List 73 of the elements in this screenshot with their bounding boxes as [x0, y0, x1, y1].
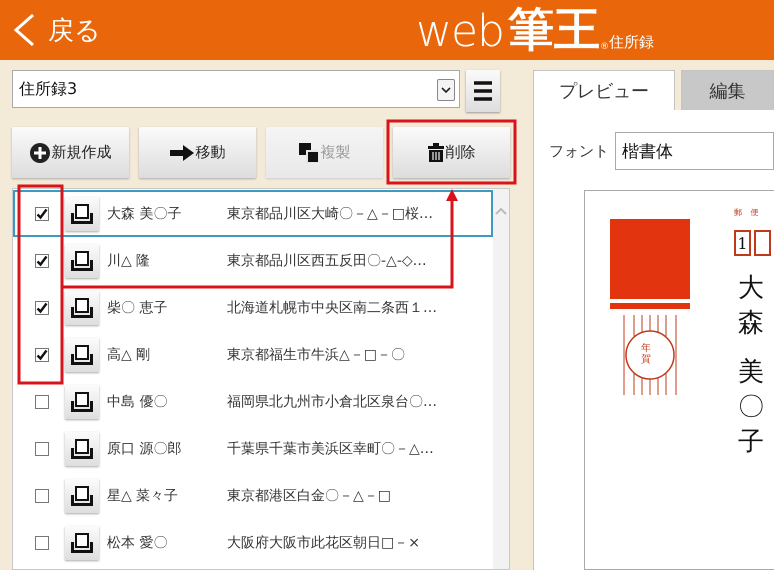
scrollbar[interactable]: [493, 189, 509, 569]
contact-name: 松本 愛〇: [106, 534, 168, 552]
checkbox[interactable]: [35, 536, 49, 550]
card-tray-icon: [71, 486, 93, 506]
chevron-left-icon: [12, 13, 36, 47]
contact-row[interactable]: 大森 美〇子 東京都品川区大崎〇－△－□桜…: [13, 190, 493, 237]
trash-icon: [428, 143, 444, 162]
card-tray-button[interactable]: [65, 478, 99, 512]
card-tray-button[interactable]: [65, 244, 99, 278]
checkbox[interactable]: [35, 348, 49, 362]
checkbox[interactable]: [35, 488, 49, 502]
card-tray-button[interactable]: [65, 384, 99, 418]
contact-address: 東京都品川区大崎〇－△－□桜…: [227, 204, 434, 222]
font-field[interactable]: 楷書体: [615, 132, 774, 170]
checkbox[interactable]: [35, 300, 49, 314]
card-tray-icon: [71, 438, 93, 458]
contact-row[interactable]: 柴〇 恵子 北海道札幌市中央区南二条西１…: [13, 284, 493, 331]
card-tray-icon: [71, 298, 93, 318]
contact-address: 千葉県千葉市美浜区幸町〇－△…: [227, 440, 435, 458]
menu-icon: [474, 81, 492, 101]
address-book-select[interactable]: 住所録3: [12, 70, 460, 108]
card-tray-icon: [71, 344, 93, 364]
contact-row[interactable]: 高△ 剛 東京都福生市牛浜△－□－〇: [13, 331, 493, 378]
recipient-name: 美〇子: [738, 356, 764, 459]
contact-address: 福岡県北九州市小倉北区泉台〇…: [227, 392, 438, 410]
contact-row[interactable]: 原口 源〇郎 千葉県千葉市美浜区幸町〇－△…: [13, 425, 493, 472]
postcode-box: [754, 230, 771, 256]
menu-button[interactable]: [466, 70, 500, 112]
plus-circle-icon: [30, 142, 50, 162]
arrow-right-icon: [170, 144, 194, 160]
card-tray-button[interactable]: [65, 526, 99, 560]
contact-row[interactable]: 川△ 隆 東京都品川区西五反田〇-△-◇…: [13, 237, 493, 284]
contact-address: 東京都港区白金〇－△－□: [227, 486, 392, 504]
contact-row[interactable]: 中島 優〇 福岡県北九州市小倉北区泉台〇…: [13, 378, 493, 425]
chevron-down-icon: [441, 87, 451, 93]
app-logo: web筆王®住所録: [416, 1, 654, 59]
checkbox[interactable]: [35, 254, 49, 268]
postmark-text: 年賀: [641, 343, 651, 365]
contact-name: 原口 源〇郎: [106, 440, 182, 458]
contact-address: 大阪府大阪市此花区朝日□－×: [227, 534, 421, 552]
font-label: フォント: [549, 142, 609, 160]
move-button[interactable]: 移動: [139, 127, 256, 178]
checkbox[interactable]: [35, 206, 49, 220]
contact-address: 東京都品川区西五反田〇-△-◇…: [227, 252, 428, 270]
tab[interactable]: プレビュー: [533, 70, 675, 110]
card-tray-icon: [71, 250, 93, 270]
new-button[interactable]: 新規作成: [12, 127, 129, 178]
contact-address: 東京都福生市牛浜△－□－〇: [227, 346, 406, 364]
card-tray-icon: [71, 204, 93, 224]
contact-name: 大森 美〇子: [106, 204, 182, 222]
contact-row[interactable]: 星△ 菜々子 東京都港区白金〇－△－□: [13, 472, 493, 519]
card-tray-button[interactable]: [65, 432, 99, 466]
postcode-box: 1: [734, 230, 751, 256]
card-tray-button[interactable]: [65, 196, 99, 230]
contact-name: 高△ 剛: [106, 346, 152, 364]
contact-name: 柴〇 恵子: [106, 298, 168, 316]
card-tray-button[interactable]: [65, 338, 99, 372]
card-tray-icon: [71, 392, 93, 412]
card-tray-button[interactable]: [65, 290, 99, 324]
delete-button[interactable]: 削除: [393, 127, 510, 178]
copy-icon: [298, 142, 318, 162]
contact-name: 星△ 菜々子: [106, 486, 180, 504]
contact-name: 中島 優〇: [106, 392, 168, 410]
card-tray-icon: [71, 532, 93, 552]
contact-address: 北海道札幌市中央区南二条西１…: [227, 298, 438, 316]
checkbox[interactable]: [35, 394, 49, 408]
chevron-up-icon: [495, 207, 507, 215]
tab[interactable]: 編集: [681, 70, 774, 110]
contact-row[interactable]: 松本 愛〇 大阪府大阪市此花区朝日□－×: [13, 519, 493, 566]
recipient-name: 大森: [738, 272, 764, 340]
postal-label: 郵 便: [734, 207, 762, 218]
checkbox[interactable]: [35, 442, 49, 456]
contact-name: 川△ 隆: [106, 252, 152, 270]
